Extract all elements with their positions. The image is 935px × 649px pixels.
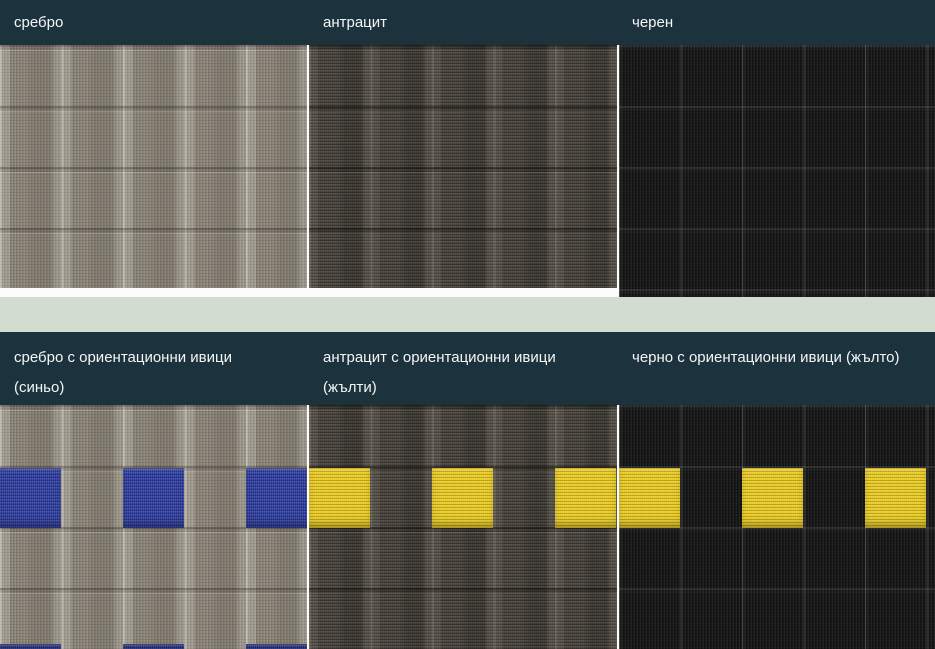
swatch-label-text: антрацит с ориентационни ивици (жълти) — [323, 343, 591, 403]
stripe-square — [246, 644, 307, 649]
separator-band — [0, 297, 935, 332]
row2-header: сребро с ориентационни ивици (синьо) ант… — [0, 332, 935, 405]
swatch-silver-blue-stripes[interactable] — [0, 405, 307, 649]
swatch-black[interactable] — [619, 45, 935, 297]
swatch-anthracite[interactable] — [309, 45, 617, 288]
stripe-square — [432, 468, 493, 528]
swatch-label-silver: сребро — [0, 14, 309, 31]
swatch-silver[interactable] — [0, 45, 307, 288]
stripe-square — [555, 468, 616, 528]
swatch-label-silver-blue-stripes: сребро с ориентационни ивици (синьо) — [0, 343, 309, 403]
swatch-label-anthracite-yellow-stripes: антрацит с ориентационни ивици (жълти) — [309, 343, 619, 403]
stripe-square — [0, 468, 61, 528]
swatch-label-black: черен — [619, 14, 935, 31]
fabric-color-options: сребро антрацит черен сребро с ориентаци… — [0, 0, 935, 649]
swatch-label-anthracite: антрацит — [309, 14, 619, 31]
stripe-square — [123, 644, 184, 649]
orientation-stripe-band — [309, 468, 617, 528]
stripe-square — [246, 468, 307, 528]
orientation-stripe-band — [619, 468, 935, 528]
swatch-row-plain — [0, 45, 935, 297]
swatch-label-black-yellow-stripes: черно с ориентационни ивици (жълто) — [619, 343, 935, 373]
stripe-square — [0, 644, 61, 649]
orientation-stripe-band — [0, 468, 307, 528]
stripe-square — [742, 468, 803, 528]
swatch-label-text: черно с ориентационни ивици (жълто) — [632, 349, 900, 366]
swatch-row-striped — [0, 405, 935, 649]
swatch-anthracite-yellow-stripes[interactable] — [309, 405, 617, 649]
row1-header: сребро антрацит черен — [0, 0, 935, 45]
stripe-square — [619, 468, 680, 528]
swatch-black-yellow-stripes[interactable] — [619, 405, 935, 649]
stripe-square — [123, 468, 184, 528]
orientation-stripe-band-partial — [0, 644, 307, 649]
swatch-label-text: сребро с ориентационни ивици (синьо) — [14, 343, 282, 403]
stripe-square — [865, 468, 926, 528]
stripe-square — [309, 468, 370, 528]
